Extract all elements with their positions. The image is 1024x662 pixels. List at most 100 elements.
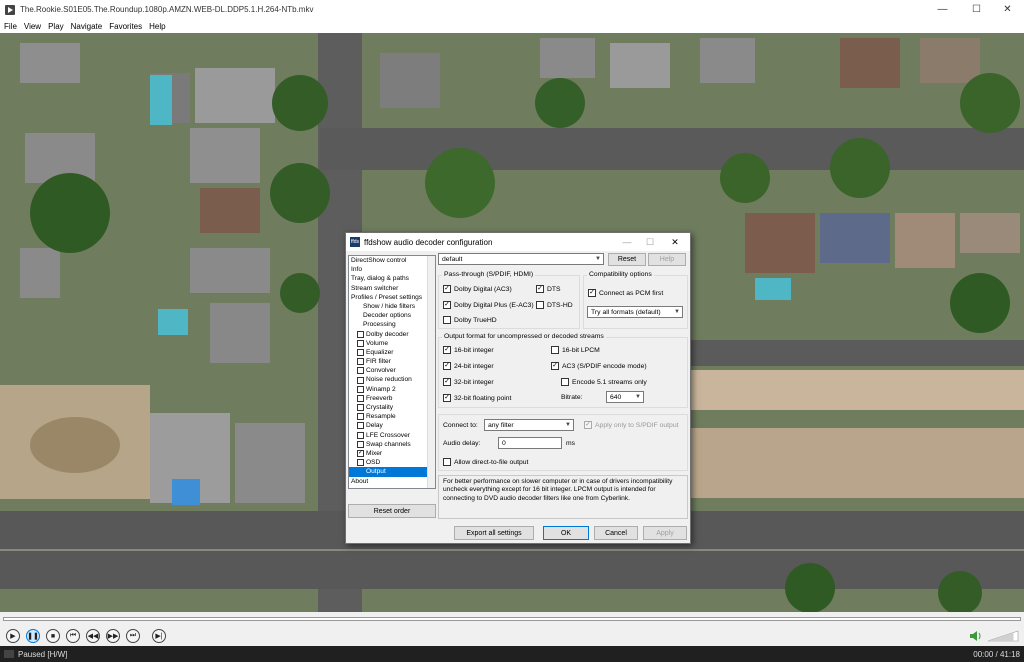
- tree-item[interactable]: Winamp 2: [349, 385, 435, 394]
- forward-button[interactable]: ▶▶: [106, 629, 120, 643]
- dialog-maximize-button[interactable]: ☐: [639, 233, 661, 251]
- ac3-encode-checkbox[interactable]: ✓ AC3 (S/PDIF encode mode): [551, 362, 647, 370]
- connect-to-value: any filter: [488, 421, 514, 429]
- menu-play[interactable]: Play: [48, 22, 64, 31]
- tree-item[interactable]: Delay: [349, 421, 435, 430]
- tree-item[interactable]: Dolby decoder: [349, 330, 435, 339]
- tree-item[interactable]: Crystality: [349, 403, 435, 412]
- menu-favorites[interactable]: Favorites: [109, 22, 142, 31]
- tree-item[interactable]: DirectShow control: [349, 256, 435, 265]
- tree-item-checkbox[interactable]: [357, 394, 364, 402]
- tree-item-label: Output: [366, 468, 386, 476]
- preset-select[interactable]: default ▼: [438, 253, 604, 265]
- dialog-minimize-button[interactable]: —: [616, 233, 638, 251]
- menu-file[interactable]: File: [4, 22, 17, 31]
- tree-item[interactable]: OSD: [349, 458, 435, 467]
- tree-item-checkbox[interactable]: [357, 459, 364, 467]
- tree-item[interactable]: Info: [349, 265, 435, 274]
- pause-button[interactable]: ❚❚: [26, 629, 40, 643]
- dolby-ac3-checkbox[interactable]: ✓ Dolby Digital (AC3): [443, 285, 512, 293]
- dolby-eac3-checkbox[interactable]: ✓ Dolby Digital Plus (E-AC3): [443, 301, 534, 309]
- int24-checkbox[interactable]: ✓ 24-bit integer: [443, 362, 494, 370]
- tree-item-checkbox[interactable]: [357, 431, 364, 439]
- tree-item-checkbox[interactable]: ✓: [357, 450, 364, 458]
- tree-item-checkbox[interactable]: [357, 422, 364, 430]
- previous-button[interactable]: ⏮: [66, 629, 80, 643]
- tree-item[interactable]: FIR filter: [349, 357, 435, 366]
- next-button[interactable]: ⏭: [126, 629, 140, 643]
- tree-item[interactable]: Decoder options: [349, 311, 435, 320]
- dts-hd-checkbox[interactable]: DTS-HD: [536, 301, 573, 309]
- direct-output-checkbox[interactable]: Allow direct-to-file output: [443, 458, 528, 466]
- tree-item-checkbox[interactable]: [357, 440, 364, 448]
- close-button[interactable]: ✕: [991, 0, 1024, 19]
- tree-item-checkbox[interactable]: [357, 404, 364, 412]
- menu-navigate[interactable]: Navigate: [71, 22, 103, 31]
- rewind-button[interactable]: ◀◀: [86, 629, 100, 643]
- tree-item-label: Volume: [366, 339, 388, 347]
- tree-item[interactable]: Freeverb: [349, 394, 435, 403]
- dts-checkbox[interactable]: ✓ DTS: [536, 285, 561, 293]
- menu-help[interactable]: Help: [149, 22, 165, 31]
- apply-button[interactable]: Apply: [643, 526, 687, 540]
- tree-item[interactable]: Convolver: [349, 366, 435, 375]
- tree-item-checkbox[interactable]: [357, 376, 364, 384]
- frame-step-button[interactable]: ▶|: [152, 629, 166, 643]
- tree-item[interactable]: Equalizer: [349, 348, 435, 357]
- tree-item-label: Mixer: [366, 449, 383, 457]
- connect-to-select[interactable]: any filter ▼: [484, 419, 574, 431]
- tree-item[interactable]: About: [349, 477, 435, 486]
- tree-item[interactable]: Processing: [349, 320, 435, 329]
- volume-slider[interactable]: [988, 630, 1020, 642]
- bitrate-select[interactable]: 640 ▼: [606, 391, 644, 403]
- help-button[interactable]: Help: [648, 253, 686, 266]
- ok-button[interactable]: OK: [543, 526, 589, 540]
- audio-delay-input[interactable]: 0: [498, 437, 562, 449]
- int16-checkbox[interactable]: ✓ 16-bit integer: [443, 346, 494, 354]
- tree-item-checkbox[interactable]: [357, 358, 364, 366]
- connect-pcm-checkbox[interactable]: ✓ Connect as PCM first: [588, 289, 663, 297]
- reset-button[interactable]: Reset: [608, 253, 646, 266]
- dialog-close-button[interactable]: ✕: [664, 233, 686, 251]
- int32-checkbox[interactable]: ✓ 32-bit integer: [443, 378, 494, 386]
- seek-bar[interactable]: [0, 612, 1024, 626]
- tree-item[interactable]: Swap channels: [349, 440, 435, 449]
- play-button[interactable]: ▶: [6, 629, 20, 643]
- tree-item[interactable]: Tray, dialog & paths: [349, 274, 435, 283]
- float32-checkbox[interactable]: ✓ 32-bit floating point: [443, 394, 511, 402]
- dolby-eac3-label: Dolby Digital Plus (E-AC3): [454, 301, 534, 309]
- tree-item-checkbox[interactable]: [357, 348, 364, 356]
- tree-item-checkbox[interactable]: [357, 339, 364, 347]
- tree-scrollbar[interactable]: [427, 256, 435, 488]
- seek-track[interactable]: [3, 617, 1021, 621]
- tree-item[interactable]: Output: [349, 467, 435, 477]
- tree-item-label: Show / hide filters: [363, 302, 416, 310]
- minimize-button[interactable]: —: [926, 0, 959, 19]
- formats-select[interactable]: Try all formats (default) ▼: [587, 306, 683, 318]
- dolby-truehd-checkbox[interactable]: Dolby TrueHD: [443, 316, 497, 324]
- int32-label: 32-bit integer: [454, 378, 494, 386]
- tree-item-checkbox[interactable]: [357, 385, 364, 393]
- stop-button[interactable]: ■: [46, 629, 60, 643]
- speaker-icon[interactable]: [969, 630, 983, 642]
- tree-item[interactable]: ✓ Mixer: [349, 449, 435, 458]
- tree-item[interactable]: Profiles / Preset settings: [349, 293, 435, 302]
- cancel-button[interactable]: Cancel: [594, 526, 638, 540]
- tree-item[interactable]: LFE Crossover: [349, 431, 435, 440]
- export-settings-button[interactable]: Export all settings: [454, 526, 534, 540]
- spdif-only-checkbox[interactable]: ✓ Apply only to S/PDIF output: [584, 421, 679, 429]
- tree-item[interactable]: Resample: [349, 412, 435, 421]
- tree-item[interactable]: Stream switcher: [349, 284, 435, 293]
- menu-view[interactable]: View: [24, 22, 41, 31]
- filter-tree[interactable]: DirectShow control Info Tray, dialog & pat…: [348, 255, 436, 489]
- tree-item-checkbox[interactable]: [357, 367, 364, 375]
- lpcm16-checkbox[interactable]: 16-bit LPCM: [551, 346, 600, 354]
- maximize-button[interactable]: ☐: [960, 0, 993, 19]
- tree-item-checkbox[interactable]: [357, 330, 364, 338]
- encode51-checkbox[interactable]: Encode 5.1 streams only: [561, 378, 647, 386]
- tree-item-checkbox[interactable]: [357, 413, 364, 421]
- reset-order-button[interactable]: Reset order: [348, 504, 436, 518]
- tree-item[interactable]: Noise reduction: [349, 375, 435, 384]
- tree-item[interactable]: Volume: [349, 339, 435, 348]
- tree-item[interactable]: Show / hide filters: [349, 302, 435, 311]
